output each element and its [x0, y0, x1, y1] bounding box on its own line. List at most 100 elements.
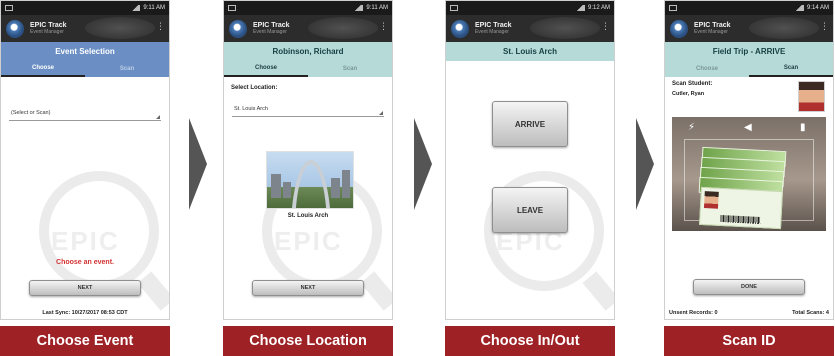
camera-scanner-view[interactable]: ⚡ ◀ ▮ [672, 117, 826, 231]
phone-screen-choose-event: 9:11 AM EPIC Track Event Manager ⋮ Event … [0, 0, 170, 320]
next-button[interactable]: NEXT [29, 280, 141, 296]
dropdown-arrow-icon [156, 115, 160, 119]
overflow-menu-icon[interactable]: ⋮ [820, 22, 829, 31]
screen-title: Field Trip - ARRIVE [665, 42, 833, 61]
student-photo [798, 81, 825, 112]
screen-title: Event Selection [1, 42, 169, 61]
tab-scan[interactable]: Scan [308, 61, 392, 77]
signal-icon [793, 5, 804, 11]
phone-screen-choose-in-out: 9:12 AM EPIC Track Event Manager ⋮ St. Lo… [445, 0, 615, 320]
status-time: 9:12 AM [587, 5, 610, 11]
step-caption: Choose Location [223, 326, 393, 356]
tab-scan[interactable]: Scan [85, 61, 169, 77]
overflow-menu-icon[interactable]: ⋮ [601, 22, 610, 31]
watermark-handle [582, 271, 614, 311]
scan-student-label: Scan Student: [672, 81, 713, 87]
tab-bar: Choose Scan [224, 61, 392, 77]
epic-globe-icon [670, 19, 688, 38]
app-bar: EPIC Track Event Manager ⋮ [1, 15, 169, 42]
skyline-building [342, 170, 350, 198]
step-panel-scan-id: 9:14 AM EPIC Track Event Manager ⋮ Field … [664, 0, 834, 356]
phone-screen-scan-id: 9:14 AM EPIC Track Event Manager ⋮ Field … [664, 0, 834, 320]
watermark-logo: EPIC [274, 226, 343, 256]
epic-globe-icon [451, 19, 469, 38]
skyline-building [271, 174, 281, 198]
signal-icon [574, 5, 585, 11]
next-step-arrow-icon [189, 118, 207, 210]
step-caption: Choose Event [0, 326, 170, 356]
photo-caption: St. Louis Arch [287, 213, 329, 219]
back-icon[interactable]: ◀ [744, 122, 752, 133]
status-time: 9:14 AM [806, 5, 829, 11]
id-card-photo [703, 191, 719, 209]
app-subtitle: Event Manager [475, 28, 509, 35]
tab-choose[interactable]: Choose [224, 61, 308, 77]
app-bar: EPIC Track Event Manager ⋮ [224, 15, 392, 42]
status-time: 9:11 AM [143, 5, 165, 11]
screen-title: Robinson, Richard [224, 42, 392, 61]
next-step-arrow-icon [636, 118, 654, 210]
status-bar: 9:12 AM [446, 1, 614, 15]
tab-choose[interactable]: Choose [665, 61, 749, 77]
event-select-placeholder: (Select or Scan) [11, 110, 51, 116]
skyline-building [331, 178, 340, 198]
camera-switch-icon[interactable]: ▮ [800, 122, 806, 133]
arrive-button[interactable]: ARRIVE [492, 101, 568, 147]
next-step-arrow-icon [414, 118, 432, 210]
overflow-menu-icon[interactable]: ⋮ [156, 22, 165, 31]
screen-content: Scan Student: Cutler, Ryan ⚡ ◀ ▮ DONE Un… [665, 77, 833, 319]
app-bar: EPIC Track Event Manager ⋮ [446, 15, 614, 42]
barcode-icon [720, 214, 761, 225]
tab-choose[interactable]: Choose [1, 61, 85, 77]
status-bar: 9:14 AM [665, 1, 833, 15]
watermark-handle [360, 271, 392, 311]
epic-globe-icon [6, 19, 24, 38]
flash-icon[interactable]: ⚡ [688, 122, 695, 133]
error-message: Choose an event. [56, 259, 114, 266]
app-subtitle: Event Manager [253, 28, 287, 35]
step-panel-choose-location: 9:11 AM EPIC Track Event Manager ⋮ Robins… [223, 0, 393, 356]
skyline-building [283, 182, 291, 198]
done-button[interactable]: DONE [693, 279, 805, 295]
notification-icon [5, 5, 13, 11]
total-scans: Total Scans: 4 [792, 310, 829, 316]
screen-content: EPIC Select Location: St. Louis Arch St.… [224, 77, 392, 319]
gateway-arch [291, 160, 331, 208]
location-photo [266, 151, 354, 209]
location-select-value: St. Louis Arch [234, 106, 268, 112]
leave-button[interactable]: LEAVE [492, 187, 568, 233]
student-name: Cutler, Ryan [672, 91, 705, 97]
notification-icon [450, 5, 458, 11]
screen-content: EPIC ARRIVE LEAVE [446, 61, 614, 319]
watermark-logo: EPIC [51, 226, 120, 256]
step-caption: Scan ID [664, 326, 834, 356]
step-caption: Choose In/Out [445, 326, 615, 356]
app-subtitle: Event Manager [30, 28, 64, 35]
tab-bar: Choose Scan [1, 61, 169, 77]
app-subtitle: Event Manager [694, 28, 728, 35]
location-select[interactable]: St. Louis Arch [232, 103, 384, 117]
tab-bar: Choose Scan [665, 61, 833, 77]
status-time: 9:11 AM [366, 5, 388, 11]
event-select[interactable]: (Select or Scan) [9, 107, 161, 121]
next-button[interactable]: NEXT [252, 280, 364, 296]
signal-icon [130, 5, 141, 11]
last-sync-text: Last Sync: 10/27/2017 08:53 CDT [42, 310, 128, 316]
select-location-label: Select Location: [231, 85, 278, 91]
unsent-records: Unsent Records: 0 [669, 310, 718, 316]
phone-screen-choose-location: 9:11 AM EPIC Track Event Manager ⋮ Robins… [223, 0, 393, 320]
tab-scan[interactable]: Scan [749, 61, 833, 77]
dropdown-arrow-icon [379, 111, 383, 115]
status-bar: 9:11 AM [224, 1, 392, 15]
step-panel-choose-in-out: 9:12 AM EPIC Track Event Manager ⋮ St. Lo… [445, 0, 615, 356]
notification-icon [228, 5, 236, 11]
scan-stats: Unsent Records: 0 Total Scans: 4 [669, 310, 829, 316]
watermark-handle [137, 271, 169, 311]
overflow-menu-icon[interactable]: ⋮ [379, 22, 388, 31]
epic-globe-icon [229, 19, 247, 38]
step-panel-choose-event: 9:11 AM EPIC Track Event Manager ⋮ Event … [0, 0, 170, 356]
app-bar: EPIC Track Event Manager ⋮ [665, 15, 833, 42]
screen-title: St. Louis Arch [446, 42, 614, 61]
status-bar: 9:11 AM [1, 1, 169, 15]
screen-content: EPIC (Select or Scan) Choose an event. N… [1, 77, 169, 319]
